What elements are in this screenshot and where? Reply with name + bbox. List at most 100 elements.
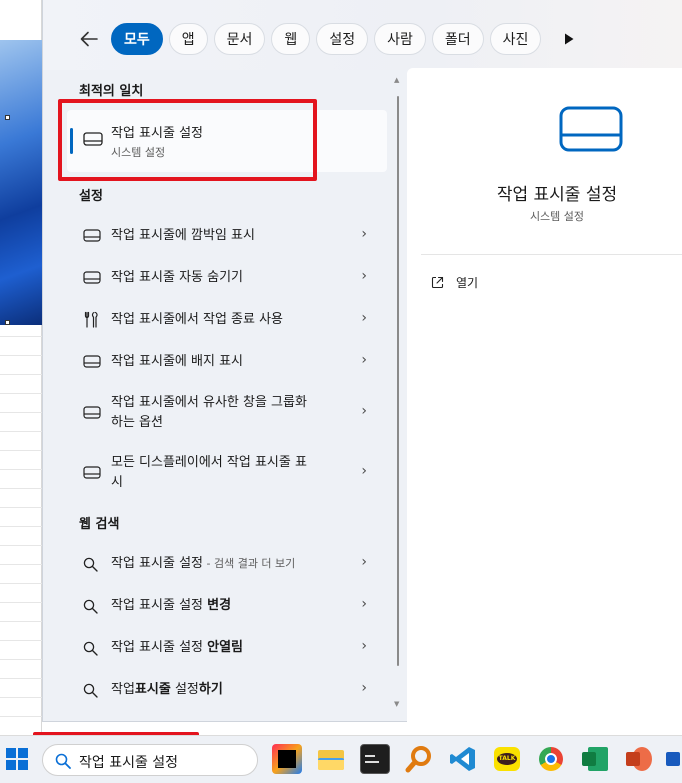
wallpaper-fragment xyxy=(0,40,42,325)
results-list: 최적의 일치 작업 표시줄 설정 시스템 설정 설정 작업 표시줄에 깜박임 표… xyxy=(43,70,401,722)
filter-tab-documents[interactable]: 문서 xyxy=(213,23,266,55)
scroll-thumb[interactable] xyxy=(397,96,399,666)
chevron-right-icon: › xyxy=(361,310,367,326)
results-scrollbar[interactable]: ▲ ▼ xyxy=(394,70,401,710)
filter-tab-photos[interactable]: 사진 xyxy=(489,23,542,55)
settings-result[interactable]: 작업 표시줄에서 작업 종료 사용 › xyxy=(67,306,387,334)
web-result[interactable]: 작업표시줄 설정하기 › xyxy=(67,676,387,704)
scroll-up-icon[interactable]: ▲ xyxy=(394,76,399,84)
excel-icon[interactable] xyxy=(580,744,610,774)
result-label: 작업 표시줄 설정 안열림 xyxy=(111,638,341,658)
search-icon xyxy=(55,753,71,769)
filter-tab-apps[interactable]: 앱 xyxy=(168,23,208,55)
search-icon xyxy=(83,599,98,614)
search-icon xyxy=(83,557,98,572)
intellij-icon[interactable] xyxy=(272,744,302,774)
open-external-icon xyxy=(431,276,444,289)
start-button[interactable] xyxy=(6,748,28,770)
chevron-right-icon: › xyxy=(361,226,367,242)
filter-tab-all[interactable]: 모두 xyxy=(111,23,163,55)
search-flyout: 모두 앱 문서 웹 설정 사람 폴더 사진 최적의 일치 작업 표시줄 설정 시… xyxy=(42,0,682,722)
background-app-window xyxy=(0,0,42,735)
kakaotalk-icon[interactable]: TALK xyxy=(492,744,522,774)
result-label: 작업 표시줄에서 유사한 창을 그룹화 하는 옵션 xyxy=(111,393,341,433)
taskbar: 작업 표시줄 설정 TALK xyxy=(0,735,682,783)
open-label: 열기 xyxy=(456,276,479,290)
result-label-line-2: 시 xyxy=(111,475,123,490)
more-filters-button[interactable] xyxy=(559,23,579,55)
taskbar-settings-large-icon xyxy=(559,106,623,152)
result-label: 모든 디스플레이에서 작업 표시줄 표 시 xyxy=(111,453,341,493)
vscode-logo-icon xyxy=(450,747,475,771)
web-hint: - 검색 결과 더 보기 xyxy=(203,557,296,570)
preview-title: 작업 표시줄 설정 xyxy=(496,185,618,205)
settings-result[interactable]: 모든 디스플레이에서 작업 표시줄 표 시 › xyxy=(67,450,387,496)
chevron-right-icon: › xyxy=(361,680,367,696)
open-action[interactable]: 열기 xyxy=(431,274,478,291)
web-query-bold: 안열림 xyxy=(207,640,244,655)
web-query-bold: 하기 xyxy=(198,682,223,697)
filter-tab-web[interactable]: 웹 xyxy=(271,23,311,55)
taskbar-icon xyxy=(83,466,101,479)
filter-bar: 모두 앱 문서 웹 설정 사람 폴더 사진 xyxy=(77,23,579,55)
back-button[interactable] xyxy=(77,27,101,51)
spreadsheet-fragment xyxy=(0,325,42,735)
web-query-part: 작업 xyxy=(111,682,135,697)
chevron-right-icon: › xyxy=(361,268,367,284)
web-query: 작업 표시줄 설정 xyxy=(111,556,203,571)
result-label: 작업 표시줄 설정 변경 xyxy=(111,596,341,616)
back-arrow-icon xyxy=(80,31,98,47)
chevron-right-icon: › xyxy=(361,352,367,368)
chrome-icon[interactable] xyxy=(536,744,566,774)
settings-result[interactable]: 작업 표시줄에 배지 표시 › xyxy=(67,348,387,376)
web-query-prefix: 작업 표시줄 설정 xyxy=(111,598,208,613)
powerpoint-icon[interactable] xyxy=(624,744,654,774)
chevron-right-icon: › xyxy=(361,463,367,479)
section-best-match: 최적의 일치 xyxy=(79,84,144,99)
web-query-part: 설정 xyxy=(170,682,199,697)
search-tool-icon[interactable] xyxy=(404,744,434,774)
chevron-right-icon: › xyxy=(361,403,367,419)
filter-tab-settings[interactable]: 설정 xyxy=(316,23,369,55)
preview-pane: 작업 표시줄 설정 시스템 설정 열기 xyxy=(407,68,682,722)
taskbar-icon xyxy=(83,355,101,368)
selection-indicator xyxy=(70,128,73,154)
selection-handle[interactable] xyxy=(5,320,10,325)
best-match-result[interactable]: 작업 표시줄 설정 시스템 설정 xyxy=(67,110,387,172)
search-icon xyxy=(83,641,98,656)
section-web-search: 웹 검색 xyxy=(79,517,120,532)
selection-handle[interactable] xyxy=(5,115,10,120)
scroll-down-icon[interactable]: ▼ xyxy=(394,700,399,708)
web-result[interactable]: 작업 표시줄 설정 - 검색 결과 더 보기 › xyxy=(67,550,387,578)
filter-tab-folders[interactable]: 폴더 xyxy=(431,23,484,55)
vscode-icon[interactable] xyxy=(448,744,478,774)
result-label-line-1: 작업 표시줄에서 유사한 창을 그룹화 xyxy=(111,395,307,410)
file-explorer-icon[interactable] xyxy=(316,744,346,774)
web-result[interactable]: 작업 표시줄 설정 변경 › xyxy=(67,592,387,620)
best-match-subtitle: 시스템 설정 xyxy=(111,146,166,159)
taskbar-search-box[interactable]: 작업 표시줄 설정 xyxy=(42,744,258,776)
result-label-line-1: 모든 디스플레이에서 작업 표시줄 표 xyxy=(111,455,307,470)
settings-result[interactable]: 작업 표시줄에 깜박임 표시 › xyxy=(67,222,387,250)
result-label: 작업 표시줄 설정 - 검색 결과 더 보기 xyxy=(111,554,341,574)
taskbar-icon xyxy=(83,132,103,146)
best-match-title: 작업 표시줄 설정 xyxy=(111,126,203,141)
settings-result[interactable]: 작업 표시줄에서 유사한 창을 그룹화 하는 옵션 › xyxy=(67,390,387,436)
chevron-right-icon: › xyxy=(361,596,367,612)
web-query-prefix: 작업 표시줄 설정 xyxy=(111,640,208,655)
result-label: 작업 표시줄에 배지 표시 xyxy=(111,354,243,369)
filter-tab-people[interactable]: 사람 xyxy=(374,23,426,55)
result-label: 작업 표시줄에서 작업 종료 사용 xyxy=(111,312,284,327)
section-settings: 설정 xyxy=(79,189,103,204)
settings-result[interactable]: 작업 표시줄 자동 숨기기 › xyxy=(67,264,387,292)
web-result[interactable]: 작업 표시줄 설정 안열림 › xyxy=(67,634,387,662)
result-label: 작업표시줄 설정하기 xyxy=(111,680,341,700)
search-query[interactable]: 작업 표시줄 설정 xyxy=(79,752,178,772)
taskbar-icon xyxy=(83,229,101,242)
terminal-icon[interactable] xyxy=(360,744,390,774)
magnifier-app-icon xyxy=(405,746,431,773)
word-icon[interactable] xyxy=(664,744,682,774)
result-label: 작업 표시줄에 깜박임 표시 xyxy=(111,228,255,243)
taskbar-icon xyxy=(83,406,101,419)
play-icon xyxy=(565,33,574,45)
